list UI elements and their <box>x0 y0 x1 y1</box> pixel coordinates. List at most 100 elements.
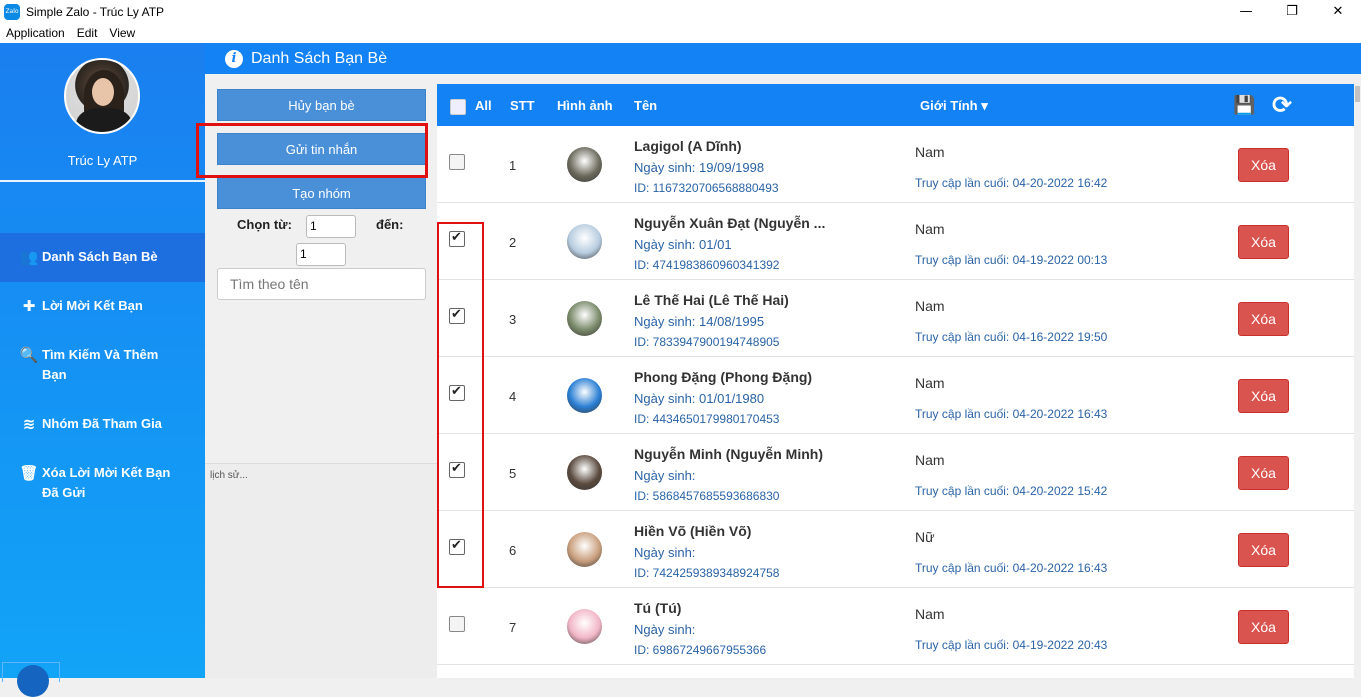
row-checkbox[interactable] <box>449 616 465 632</box>
create-group-button[interactable]: Tạo nhóm <box>217 177 426 209</box>
from-input[interactable]: 1 <box>306 215 356 238</box>
friend-id: ID: 1167320706568880493 <box>634 181 779 195</box>
sidebar-item-search-add[interactable]: 🔍 Tìm Kiếm Và Thêm Bạn <box>0 345 190 385</box>
user-avatar[interactable] <box>64 58 140 134</box>
friend-avatar <box>567 224 602 259</box>
friend-id: ID: 69867249667955366 <box>634 643 767 657</box>
row-checkbox[interactable] <box>449 154 465 170</box>
friend-name: Lê Thế Hai (Lê Thế Hai) <box>634 292 789 308</box>
friend-name: Tú (Tú) <box>634 600 682 616</box>
delete-button[interactable]: Xóa <box>1238 456 1289 490</box>
restore-icon[interactable]: ❐ <box>1269 0 1315 23</box>
delete-button[interactable]: Xóa <box>1238 148 1289 182</box>
friend-avatar <box>567 147 602 182</box>
window-controls: — ❐ ✕ <box>1223 0 1361 23</box>
sidebar-item-label: Danh Sách Bạn Bè <box>42 249 158 264</box>
delete-button[interactable]: Xóa <box>1238 302 1289 336</box>
sort-down-icon: ▾ <box>981 98 988 113</box>
friend-last-access: Truy cập lần cuối: 04-20-2022 15:42 <box>915 484 1108 498</box>
trash-icon: 🗑 <box>19 464 39 482</box>
header-all: All <box>475 98 492 113</box>
table-row[interactable]: 4 Phong Đặng (Phong Đặng) Ngày sinh: 01/01… <box>437 357 1354 434</box>
delete-button[interactable]: Xóa <box>1238 533 1289 567</box>
users-icon: 👥 <box>19 248 39 266</box>
table-row[interactable]: 2 Nguyễn Xuân Đạt (Nguyễn ... Ngày sinh: 0… <box>437 203 1354 280</box>
row-stt: 4 <box>509 389 517 404</box>
table-header: All STT Hình ảnh Tên Giới Tính ▾ 💾 ⟳ <box>437 84 1354 126</box>
sidebar-item-label: Xóa Lời Mời Kết Bạn Đã Gửi <box>42 465 171 500</box>
delete-button[interactable]: Xóa <box>1238 610 1289 644</box>
header-gender[interactable]: Giới Tính ▾ <box>920 98 988 114</box>
friend-last-access: Truy cập lần cuối: 04-20-2022 16:43 <box>915 561 1108 575</box>
friends-table: All STT Hình ảnh Tên Giới Tính ▾ 💾 ⟳ 1 La… <box>437 84 1354 678</box>
sidebar-bottom-avatar[interactable] <box>17 665 49 697</box>
table-row[interactable]: 6 Hiền Võ (Hiền Võ) Ngày sinh: ID: 74242593… <box>437 511 1354 588</box>
row-stt: 3 <box>509 312 517 327</box>
header-stt: STT <box>510 98 535 113</box>
table-row[interactable]: 3 Lê Thế Hai (Lê Thế Hai) Ngày sinh: 14/08… <box>437 280 1354 357</box>
table-row[interactable]: 1 Lagigol (A Dĩnh) Ngày sinh: 19/09/1998 ID… <box>437 126 1354 203</box>
header-gender-label: Giới Tính <box>920 98 978 113</box>
row-stt: 2 <box>509 235 517 250</box>
delete-button[interactable]: Xóa <box>1238 225 1289 259</box>
friend-name: Lagigol (A Dĩnh) <box>634 138 742 154</box>
unfriend-button[interactable]: Hủy bạn bè <box>217 89 426 121</box>
plus-icon: ✚ <box>22 297 36 315</box>
select-all-checkbox[interactable] <box>450 99 466 115</box>
search-input[interactable]: Tìm theo tên <box>217 268 426 300</box>
scrollbar-thumb[interactable] <box>1355 86 1360 102</box>
delete-button[interactable]: Xóa <box>1238 379 1289 413</box>
minimize-icon[interactable]: — <box>1223 0 1269 23</box>
friend-avatar <box>567 378 602 413</box>
header-name: Tên <box>634 98 658 113</box>
friend-birthday: Ngày sinh: 14/08/1995 <box>634 314 765 329</box>
sidebar-item-friend-requests[interactable]: ✚ Lời Mời Kết Bạn <box>0 296 205 316</box>
avatar-body <box>76 108 132 132</box>
friend-gender: Nam <box>915 375 945 391</box>
save-icon[interactable]: 💾 <box>1233 95 1255 116</box>
menu-bar: Application Edit View <box>0 23 1361 43</box>
send-message-highlight <box>196 123 428 178</box>
friend-last-access: Truy cập lần cuối: 04-20-2022 16:42 <box>915 176 1108 190</box>
friend-birthday: Ngày sinh: 19/09/1998 <box>634 160 765 175</box>
from-label: Chọn từ: <box>237 217 292 232</box>
to-input[interactable]: 1 <box>296 243 346 266</box>
friend-id: ID: 4741983860960341392 <box>634 258 780 272</box>
table-row[interactable]: 7 Tú (Tú) Ngày sinh: ID: 69867249667955366 N… <box>437 588 1354 665</box>
friend-id: ID: 5868457685593686830 <box>634 489 780 503</box>
header-image: Hình ảnh <box>557 98 613 113</box>
friend-name: Nguyễn Minh (Nguyễn Minh) <box>634 446 823 462</box>
table-scrollbar[interactable] <box>1354 84 1361 678</box>
friend-gender: Nam <box>915 298 945 314</box>
layers-icon: ≋ <box>22 415 36 433</box>
row-stt: 5 <box>509 466 517 481</box>
friend-name: Phong Đặng (Phong Đặng) <box>634 369 813 385</box>
sidebar-item-delete-sent-requests[interactable]: 🗑 Xóa Lời Mời Kết Bạn Đã Gửi <box>0 463 190 503</box>
refresh-icon[interactable]: ⟳ <box>1272 91 1292 119</box>
friend-last-access: Truy cập lần cuối: 04-20-2022 16:43 <box>915 407 1108 421</box>
friend-avatar <box>567 609 602 644</box>
table-row[interactable]: 5 Nguyễn Minh (Nguyễn Minh) Ngày sinh: ID: … <box>437 434 1354 511</box>
title-bar: Zalo Simple Zalo - Trúc Ly ATP — ❐ ✕ <box>0 0 1361 23</box>
friend-gender: Nam <box>915 221 945 237</box>
close-icon[interactable]: ✕ <box>1315 0 1361 23</box>
info-icon: i <box>225 49 243 68</box>
sidebar-item-groups[interactable]: ≋ Nhóm Đã Tham Gia <box>0 414 205 434</box>
sidebar: Trúc Ly ATP 👥 Danh Sách Bạn Bè ✚ Lời Mời… <box>0 43 205 697</box>
friend-birthday: Ngày sinh: 01/01 <box>634 237 732 252</box>
friend-id: ID: 7424259389348924758 <box>634 566 780 580</box>
to-label: đến: <box>376 217 404 232</box>
row-stt: 6 <box>509 543 517 558</box>
page-header: i Danh Sách Bạn Bè <box>205 43 1361 74</box>
avatar-face <box>92 78 114 106</box>
menu-application[interactable]: Application <box>0 26 71 40</box>
menu-edit[interactable]: Edit <box>71 26 104 40</box>
friend-id: ID: 7833947900194748905 <box>634 335 780 349</box>
friend-birthday: Ngày sinh: <box>634 468 696 483</box>
friend-avatar <box>567 301 602 336</box>
sidebar-item-friends[interactable]: 👥 Danh Sách Bạn Bè <box>0 233 205 282</box>
row-stt: 7 <box>509 620 517 635</box>
menu-view[interactable]: View <box>103 26 141 40</box>
friend-avatar <box>567 532 602 567</box>
friend-last-access: Truy cập lần cuối: 04-19-2022 20:43 <box>915 638 1108 652</box>
